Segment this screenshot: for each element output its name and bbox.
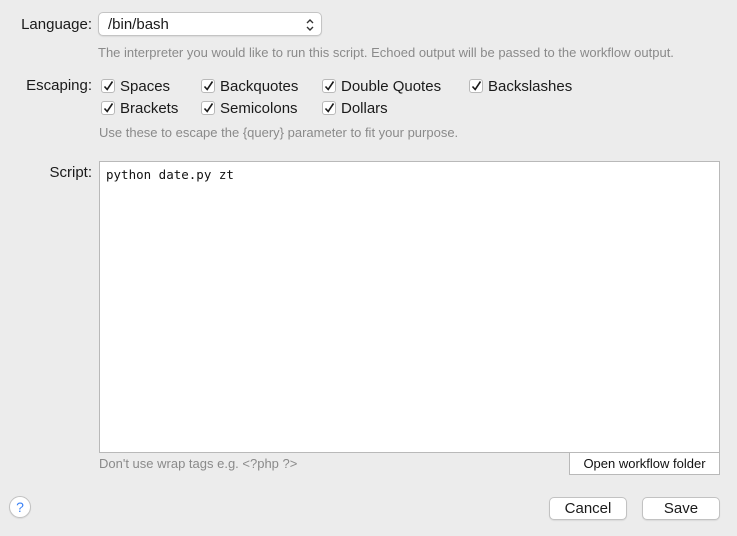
checkmark-icon: [101, 79, 115, 93]
language-hint: The interpreter you would like to run th…: [98, 45, 674, 60]
checkmark-icon: [101, 101, 115, 115]
open-workflow-folder-button[interactable]: Open workflow folder: [569, 452, 720, 475]
language-label: Language:: [21, 16, 92, 33]
checkmark-icon: [469, 79, 483, 93]
escape-dollars-checkbox[interactable]: Dollars: [322, 98, 388, 118]
checkmark-icon: [201, 79, 215, 93]
escape-spaces-label: Spaces: [120, 77, 171, 95]
escape-backslashes-checkbox[interactable]: Backslashes: [469, 76, 572, 96]
escape-brackets-label: Brackets: [120, 99, 179, 117]
script-label: Script:: [49, 164, 92, 181]
script-hint: Don't use wrap tags e.g. <?php ?>: [99, 456, 298, 471]
save-button[interactable]: Save: [642, 497, 720, 520]
checkmark-icon: [322, 101, 336, 115]
escaping-label: Escaping:: [26, 77, 92, 94]
script-editor[interactable]: python date.py zt: [99, 161, 720, 453]
escape-semicolons-checkbox[interactable]: Semicolons: [201, 98, 298, 118]
escaping-hint: Use these to escape the {query} paramete…: [99, 125, 459, 140]
checkmark-icon: [322, 79, 336, 93]
checkmark-icon: [201, 101, 215, 115]
script-content: python date.py zt: [106, 167, 234, 182]
language-select[interactable]: /bin/bash: [98, 12, 322, 36]
escape-semicolons-label: Semicolons: [220, 99, 298, 117]
up-down-chevron-icon: [306, 18, 314, 32]
escape-backquotes-checkbox[interactable]: Backquotes: [201, 76, 298, 96]
escape-double-quotes-label: Double Quotes: [341, 77, 442, 95]
escape-spaces-checkbox[interactable]: Spaces: [101, 76, 170, 96]
cancel-button[interactable]: Cancel: [549, 497, 627, 520]
language-select-value: /bin/bash: [108, 16, 169, 33]
escape-backquotes-label: Backquotes: [220, 77, 299, 95]
escape-backslashes-label: Backslashes: [488, 77, 573, 95]
escape-dollars-label: Dollars: [341, 99, 388, 117]
escape-double-quotes-checkbox[interactable]: Double Quotes: [322, 76, 441, 96]
question-mark-icon[interactable]: ?: [9, 496, 31, 518]
escape-brackets-checkbox[interactable]: Brackets: [101, 98, 178, 118]
